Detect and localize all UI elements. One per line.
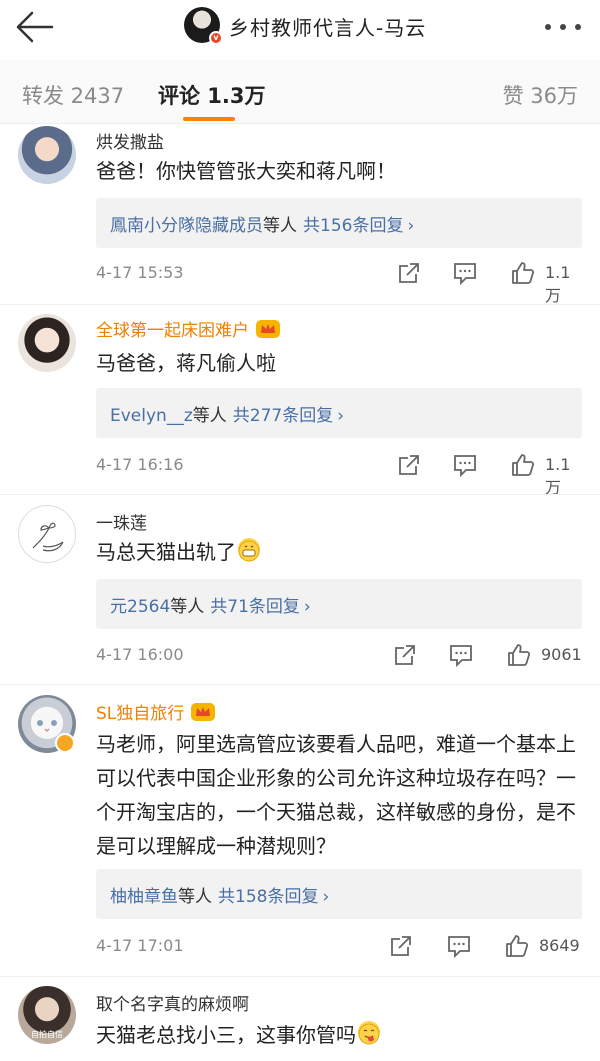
comment-author[interactable]: 烘发撒盐 bbox=[96, 128, 164, 153]
comment-meta: 4-17 15:53 1.1万 bbox=[96, 260, 586, 305]
top-bar: v 乡村教师代言人-马云 bbox=[0, 0, 600, 56]
share-icon[interactable] bbox=[388, 933, 414, 959]
comment-icon[interactable] bbox=[452, 260, 478, 286]
tab-bar: 转发 2437 评论 1.3万 赞 36万 bbox=[0, 60, 600, 124]
verified-badge-icon bbox=[55, 733, 75, 753]
share-icon[interactable] bbox=[396, 260, 422, 286]
share-icon[interactable] bbox=[392, 642, 418, 668]
comment-text-content: 天猫老总找小三，这事你管吗 bbox=[96, 1023, 356, 1047]
reply-suffix: 等人 bbox=[263, 216, 297, 236]
comment-time: 4-17 17:01 bbox=[96, 936, 184, 955]
like-count: 1.1万 bbox=[545, 455, 571, 497]
comment-icon[interactable] bbox=[452, 452, 478, 478]
comment-author-name: 全球第一起床困难户 bbox=[96, 321, 249, 341]
crown-icon bbox=[191, 703, 216, 721]
reply-summary[interactable]: 鳳南小分隊隐藏成员等人 共156条回复 › bbox=[96, 198, 582, 248]
comment-item: 一珠莲 马总天猫出轨了 元2564等人 共71条回复 › 4-17 16:00 90… bbox=[0, 503, 600, 683]
comment-item: SL独自旅行 马老师，阿里选高管应该要看人品吧，难道一个基本上可以代表中国企业形… bbox=[0, 693, 600, 975]
comment-icon[interactable] bbox=[448, 642, 474, 668]
reply-suffix: 等人 bbox=[178, 887, 212, 907]
more-horizontal-icon[interactable] bbox=[543, 22, 583, 32]
grin-emoji-icon bbox=[238, 538, 260, 562]
reply-suffix: 等人 bbox=[170, 597, 205, 617]
comment-author[interactable]: SL独自旅行 bbox=[96, 699, 216, 724]
comment-text: 马总天猫出轨了 bbox=[96, 535, 586, 569]
comment-time: 4-17 16:00 bbox=[96, 645, 184, 664]
reply-summary[interactable]: Evelyn__z等人 共277条回复 › bbox=[96, 388, 582, 438]
reply-count: 共156条回复 bbox=[303, 216, 404, 236]
comment-author[interactable]: 全球第一起床困难户 bbox=[96, 316, 281, 341]
avatar[interactable] bbox=[18, 126, 76, 184]
arrow-left-icon[interactable] bbox=[14, 10, 54, 44]
verified-badge-icon: v bbox=[209, 31, 223, 45]
thumbs-up-icon[interactable] bbox=[506, 642, 532, 668]
comment-icon[interactable] bbox=[446, 933, 472, 959]
reply-count: 共158条回复 bbox=[218, 887, 319, 907]
reply-suffix: 等人 bbox=[192, 406, 227, 426]
comment-meta: 4-17 16:16 1.1万 bbox=[96, 452, 586, 497]
comment-item: 烘发撒盐 爸爸！你快管管张大奕和蒋凡啊！ 鳳南小分隊隐藏成员等人 共156条回复 ›… bbox=[0, 124, 600, 305]
active-tab-indicator bbox=[183, 117, 235, 121]
comment-meta: 4-17 16:00 9061 bbox=[96, 642, 586, 672]
tab-likes[interactable]: 赞 36万 bbox=[503, 80, 578, 110]
divider bbox=[0, 684, 600, 685]
tab-comments[interactable]: 评论 1.3万 bbox=[158, 80, 266, 110]
avatar[interactable]: 自拍自信 bbox=[18, 986, 76, 1044]
comment-meta: 4-17 17:01 8649 bbox=[96, 933, 586, 963]
comment-item: 自拍自信 取个名字真的麻烦啊 天猫老总找小三，这事你管吗 bbox=[0, 984, 600, 1061]
avatar[interactable] bbox=[18, 505, 76, 563]
divider bbox=[0, 976, 600, 977]
comment-item: 全球第一起床困难户 马爸爸，蒋凡偷人啦 Evelyn__z等人 共277条回复 › … bbox=[0, 312, 600, 497]
comment-author-name: SL独自旅行 bbox=[96, 704, 185, 724]
chevron-right-icon: › bbox=[407, 216, 415, 236]
crown-icon bbox=[256, 320, 280, 338]
comment-author[interactable]: 一珠莲 bbox=[96, 509, 147, 534]
tongue-emoji-icon bbox=[358, 1021, 380, 1045]
comment-text: 爸爸！你快管管张大奕和蒋凡啊！ bbox=[96, 159, 396, 183]
author-avatar[interactable]: v bbox=[184, 7, 223, 45]
comment-author[interactable]: 取个名字真的麻烦啊 bbox=[96, 990, 249, 1015]
comment-text: 天猫老总找小三，这事你管吗 bbox=[96, 1018, 586, 1052]
page-title[interactable]: 乡村教师代言人-马云 bbox=[229, 12, 426, 41]
like-count: 9061 bbox=[541, 645, 582, 664]
reply-summary[interactable]: 元2564等人 共71条回复 › bbox=[96, 579, 582, 629]
like-count: 8649 bbox=[539, 936, 580, 955]
reply-names: 鳳南小分隊隐藏成员 bbox=[110, 216, 263, 236]
flower-sketch-icon bbox=[32, 522, 64, 552]
like-count: 1.1万 bbox=[545, 263, 571, 305]
comment-time: 4-17 16:16 bbox=[96, 455, 184, 474]
thumbs-up-icon[interactable] bbox=[510, 452, 536, 478]
thumbs-up-icon[interactable] bbox=[504, 933, 530, 959]
reply-names: Evelyn__z bbox=[110, 406, 193, 426]
chevron-right-icon: › bbox=[322, 887, 330, 907]
reply-count: 共277条回复 bbox=[232, 406, 334, 426]
avatar[interactable] bbox=[18, 314, 76, 372]
reply-names: 元2564 bbox=[110, 597, 171, 617]
reply-names: 柚柚章鱼 bbox=[110, 887, 178, 907]
reply-count: 共71条回复 bbox=[210, 597, 300, 617]
reply-summary[interactable]: 柚柚章鱼等人 共158条回复 › bbox=[96, 869, 582, 919]
comment-text: 马老师，阿里选高管应该要看人品吧，难道一个基本上可以代表中国企业形象的公司允许这… bbox=[96, 732, 576, 858]
tab-repost[interactable]: 转发 2437 bbox=[22, 80, 124, 110]
chevron-right-icon: › bbox=[303, 597, 311, 617]
share-icon[interactable] bbox=[396, 452, 422, 478]
comment-text: 马爸爸，蒋凡偷人啦 bbox=[96, 351, 276, 375]
comment-text-content: 马总天猫出轨了 bbox=[96, 540, 236, 564]
avatar-caption: 自拍自信 bbox=[31, 1030, 63, 1039]
divider bbox=[0, 304, 600, 305]
chevron-right-icon: › bbox=[337, 406, 345, 426]
comment-time: 4-17 15:53 bbox=[96, 263, 184, 282]
thumbs-up-icon[interactable] bbox=[510, 260, 536, 286]
divider bbox=[0, 494, 600, 495]
